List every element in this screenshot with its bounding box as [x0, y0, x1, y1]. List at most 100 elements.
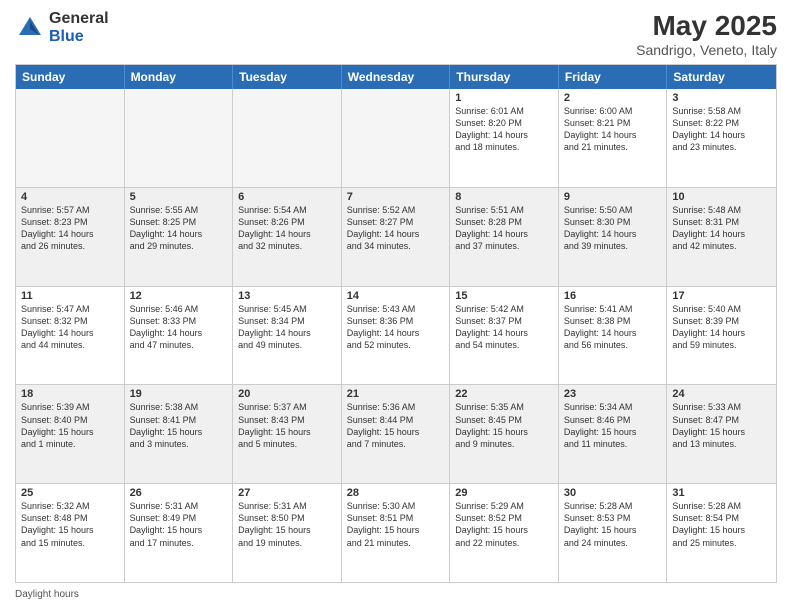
day-number: 8	[455, 191, 553, 203]
calendar-cell: 17Sunrise: 5:40 AMSunset: 8:39 PMDayligh…	[667, 287, 776, 385]
day-info: Sunrise: 5:40 AMSunset: 8:39 PMDaylight:…	[672, 303, 771, 352]
day-info: Sunrise: 5:28 AMSunset: 8:54 PMDaylight:…	[672, 500, 771, 549]
logo-icon	[15, 13, 45, 43]
day-number: 2	[564, 92, 662, 104]
day-number: 25	[21, 487, 119, 499]
day-number: 10	[672, 191, 771, 203]
day-number: 17	[672, 290, 771, 302]
footer-text: Daylight hours	[15, 589, 79, 600]
calendar-cell	[16, 89, 125, 187]
day-number: 16	[564, 290, 662, 302]
day-number: 7	[347, 191, 445, 203]
logo: General Blue	[15, 10, 109, 45]
calendar-cell: 9Sunrise: 5:50 AMSunset: 8:30 PMDaylight…	[559, 188, 668, 286]
day-number: 18	[21, 388, 119, 400]
calendar-cell: 18Sunrise: 5:39 AMSunset: 8:40 PMDayligh…	[16, 385, 125, 483]
day-number: 11	[21, 290, 119, 302]
calendar-row-3: 11Sunrise: 5:47 AMSunset: 8:32 PMDayligh…	[16, 287, 776, 386]
calendar-cell: 28Sunrise: 5:30 AMSunset: 8:51 PMDayligh…	[342, 484, 451, 582]
day-number: 20	[238, 388, 336, 400]
day-number: 27	[238, 487, 336, 499]
day-number: 1	[455, 92, 553, 104]
day-info: Sunrise: 5:46 AMSunset: 8:33 PMDaylight:…	[130, 303, 228, 352]
day-number: 4	[21, 191, 119, 203]
page: General Blue May 2025 Sandrigo, Veneto, …	[0, 0, 792, 612]
day-info: Sunrise: 5:34 AMSunset: 8:46 PMDaylight:…	[564, 401, 662, 450]
day-number: 22	[455, 388, 553, 400]
day-info: Sunrise: 5:39 AMSunset: 8:40 PMDaylight:…	[21, 401, 119, 450]
calendar-cell: 20Sunrise: 5:37 AMSunset: 8:43 PMDayligh…	[233, 385, 342, 483]
day-info: Sunrise: 5:52 AMSunset: 8:27 PMDaylight:…	[347, 204, 445, 253]
calendar-header: SundayMondayTuesdayWednesdayThursdayFrid…	[16, 65, 776, 89]
calendar-cell: 31Sunrise: 5:28 AMSunset: 8:54 PMDayligh…	[667, 484, 776, 582]
calendar-cell: 5Sunrise: 5:55 AMSunset: 8:25 PMDaylight…	[125, 188, 234, 286]
day-number: 21	[347, 388, 445, 400]
header-day-tuesday: Tuesday	[233, 65, 342, 89]
day-info: Sunrise: 5:31 AMSunset: 8:49 PMDaylight:…	[130, 500, 228, 549]
calendar-cell: 21Sunrise: 5:36 AMSunset: 8:44 PMDayligh…	[342, 385, 451, 483]
calendar-row-4: 18Sunrise: 5:39 AMSunset: 8:40 PMDayligh…	[16, 385, 776, 484]
calendar-cell: 30Sunrise: 5:28 AMSunset: 8:53 PMDayligh…	[559, 484, 668, 582]
calendar-body: 1Sunrise: 6:01 AMSunset: 8:20 PMDaylight…	[16, 89, 776, 582]
main-title: May 2025	[636, 10, 777, 42]
calendar-cell	[125, 89, 234, 187]
day-info: Sunrise: 5:36 AMSunset: 8:44 PMDaylight:…	[347, 401, 445, 450]
calendar-cell: 14Sunrise: 5:43 AMSunset: 8:36 PMDayligh…	[342, 287, 451, 385]
logo-blue: Blue	[49, 28, 109, 46]
header-day-thursday: Thursday	[450, 65, 559, 89]
calendar-cell: 6Sunrise: 5:54 AMSunset: 8:26 PMDaylight…	[233, 188, 342, 286]
day-number: 19	[130, 388, 228, 400]
header-day-sunday: Sunday	[16, 65, 125, 89]
header: General Blue May 2025 Sandrigo, Veneto, …	[15, 10, 777, 58]
day-info: Sunrise: 5:38 AMSunset: 8:41 PMDaylight:…	[130, 401, 228, 450]
day-info: Sunrise: 5:45 AMSunset: 8:34 PMDaylight:…	[238, 303, 336, 352]
day-number: 23	[564, 388, 662, 400]
day-info: Sunrise: 6:00 AMSunset: 8:21 PMDaylight:…	[564, 105, 662, 154]
calendar-cell	[342, 89, 451, 187]
day-info: Sunrise: 5:35 AMSunset: 8:45 PMDaylight:…	[455, 401, 553, 450]
day-number: 28	[347, 487, 445, 499]
calendar-cell: 24Sunrise: 5:33 AMSunset: 8:47 PMDayligh…	[667, 385, 776, 483]
calendar-row-5: 25Sunrise: 5:32 AMSunset: 8:48 PMDayligh…	[16, 484, 776, 582]
calendar-row-1: 1Sunrise: 6:01 AMSunset: 8:20 PMDaylight…	[16, 89, 776, 188]
header-day-monday: Monday	[125, 65, 234, 89]
day-number: 5	[130, 191, 228, 203]
day-number: 31	[672, 487, 771, 499]
day-info: Sunrise: 5:47 AMSunset: 8:32 PMDaylight:…	[21, 303, 119, 352]
day-info: Sunrise: 5:50 AMSunset: 8:30 PMDaylight:…	[564, 204, 662, 253]
calendar-cell: 23Sunrise: 5:34 AMSunset: 8:46 PMDayligh…	[559, 385, 668, 483]
day-info: Sunrise: 5:33 AMSunset: 8:47 PMDaylight:…	[672, 401, 771, 450]
day-number: 15	[455, 290, 553, 302]
day-number: 14	[347, 290, 445, 302]
calendar-cell: 29Sunrise: 5:29 AMSunset: 8:52 PMDayligh…	[450, 484, 559, 582]
calendar-cell: 16Sunrise: 5:41 AMSunset: 8:38 PMDayligh…	[559, 287, 668, 385]
header-day-friday: Friday	[559, 65, 668, 89]
calendar-cell: 22Sunrise: 5:35 AMSunset: 8:45 PMDayligh…	[450, 385, 559, 483]
calendar-cell: 10Sunrise: 5:48 AMSunset: 8:31 PMDayligh…	[667, 188, 776, 286]
calendar-cell: 19Sunrise: 5:38 AMSunset: 8:41 PMDayligh…	[125, 385, 234, 483]
day-number: 3	[672, 92, 771, 104]
calendar-cell: 8Sunrise: 5:51 AMSunset: 8:28 PMDaylight…	[450, 188, 559, 286]
calendar-cell: 1Sunrise: 6:01 AMSunset: 8:20 PMDaylight…	[450, 89, 559, 187]
day-info: Sunrise: 5:51 AMSunset: 8:28 PMDaylight:…	[455, 204, 553, 253]
day-info: Sunrise: 5:37 AMSunset: 8:43 PMDaylight:…	[238, 401, 336, 450]
header-day-saturday: Saturday	[667, 65, 776, 89]
day-info: Sunrise: 6:01 AMSunset: 8:20 PMDaylight:…	[455, 105, 553, 154]
calendar-cell: 25Sunrise: 5:32 AMSunset: 8:48 PMDayligh…	[16, 484, 125, 582]
calendar-cell: 13Sunrise: 5:45 AMSunset: 8:34 PMDayligh…	[233, 287, 342, 385]
day-info: Sunrise: 5:30 AMSunset: 8:51 PMDaylight:…	[347, 500, 445, 549]
day-number: 29	[455, 487, 553, 499]
day-info: Sunrise: 5:55 AMSunset: 8:25 PMDaylight:…	[130, 204, 228, 253]
title-section: May 2025 Sandrigo, Veneto, Italy	[636, 10, 777, 58]
day-info: Sunrise: 5:29 AMSunset: 8:52 PMDaylight:…	[455, 500, 553, 549]
calendar: SundayMondayTuesdayWednesdayThursdayFrid…	[15, 64, 777, 583]
calendar-cell: 27Sunrise: 5:31 AMSunset: 8:50 PMDayligh…	[233, 484, 342, 582]
day-number: 30	[564, 487, 662, 499]
calendar-cell: 15Sunrise: 5:42 AMSunset: 8:37 PMDayligh…	[450, 287, 559, 385]
subtitle: Sandrigo, Veneto, Italy	[636, 42, 777, 58]
day-info: Sunrise: 5:48 AMSunset: 8:31 PMDaylight:…	[672, 204, 771, 253]
calendar-cell: 4Sunrise: 5:57 AMSunset: 8:23 PMDaylight…	[16, 188, 125, 286]
day-info: Sunrise: 5:32 AMSunset: 8:48 PMDaylight:…	[21, 500, 119, 549]
calendar-cell: 2Sunrise: 6:00 AMSunset: 8:21 PMDaylight…	[559, 89, 668, 187]
logo-text: General Blue	[49, 10, 109, 45]
